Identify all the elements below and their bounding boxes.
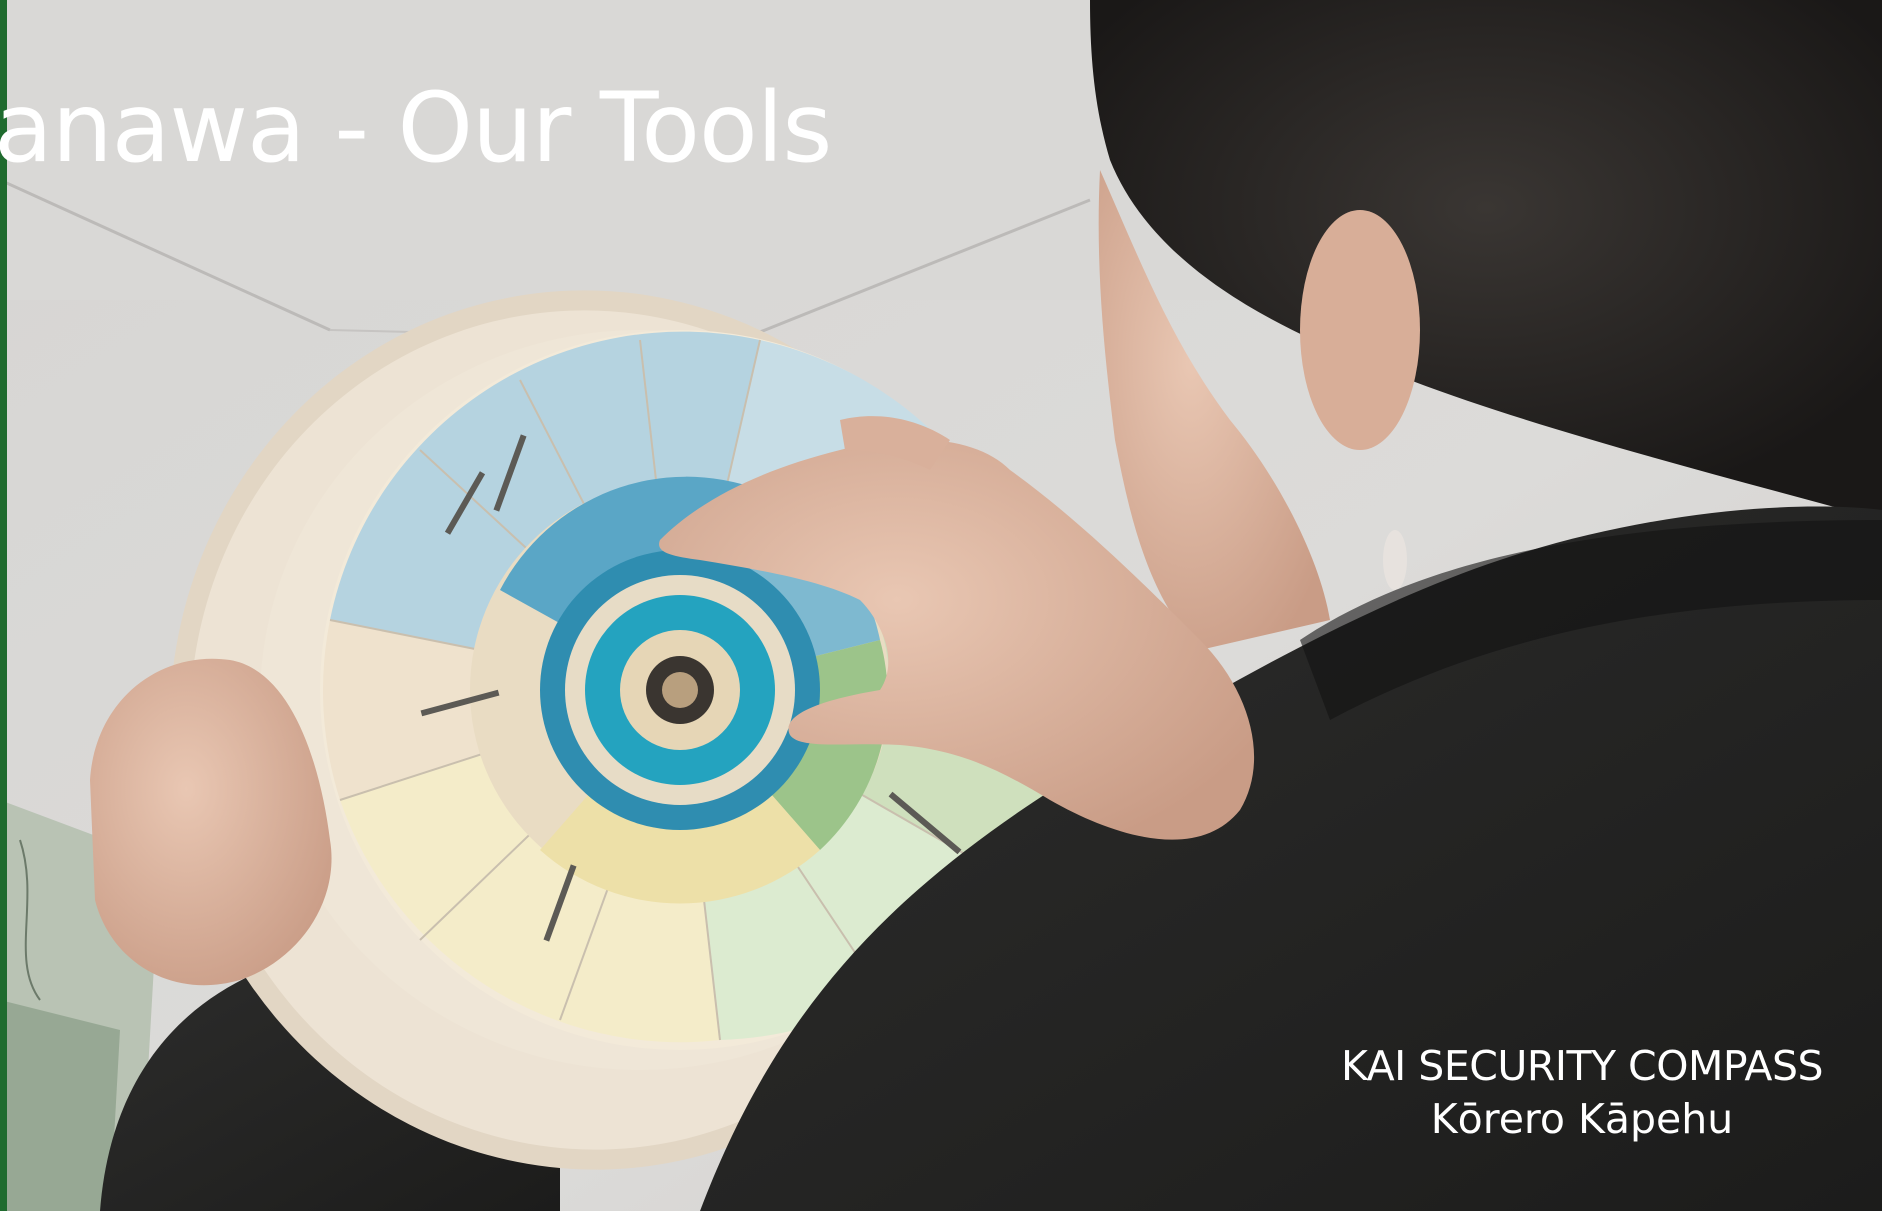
- caption-title: KAI SECURITY COMPASS: [1340, 1042, 1824, 1090]
- photo-caption: KAI SECURITY COMPASS Kōrero Kāpehu: [1302, 1040, 1862, 1147]
- caption-subtitle: Kōrero Kāpehu: [1430, 1095, 1734, 1144]
- slide: anawa - Our Tools KAI SECURITY COMPASS K…: [0, 0, 1882, 1211]
- slide-title: anawa - Our Tools: [0, 72, 832, 184]
